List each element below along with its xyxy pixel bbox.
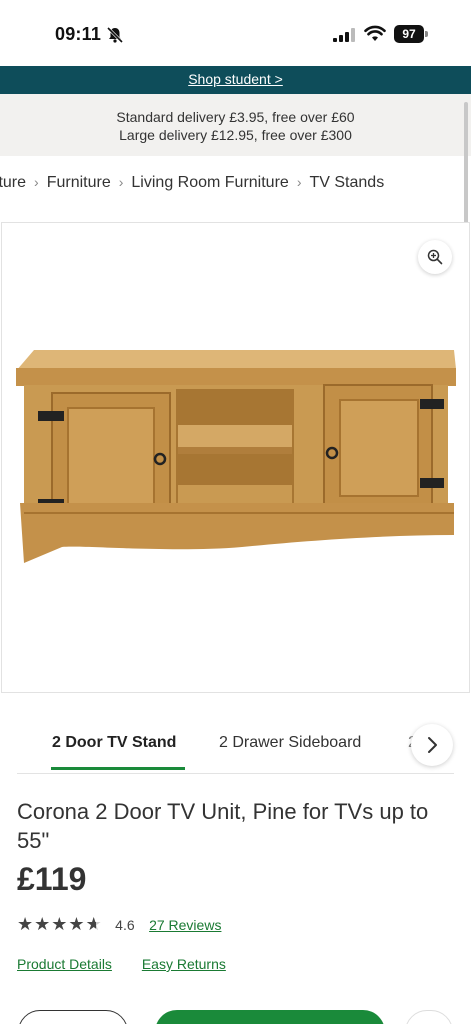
star-icon: ★	[68, 914, 86, 934]
bell-slash-icon	[106, 26, 124, 44]
breadcrumb-item-living-room-furniture[interactable]: Living Room Furniture	[131, 174, 288, 192]
star-icon: ★	[34, 914, 52, 934]
product-image[interactable]	[1, 222, 470, 693]
rating-value: 4.6	[115, 916, 135, 933]
tab-2-door-tv-stand[interactable]: 2 Door TV Stand	[52, 734, 176, 752]
zoom-in-icon	[427, 249, 443, 265]
battery-indicator: 97	[394, 25, 428, 43]
easy-returns-link[interactable]: Easy Returns	[142, 956, 226, 972]
product-title: Corona 2 Door TV Unit, Pine for TVs up t…	[17, 799, 429, 853]
star-icon: ★	[51, 914, 69, 934]
shop-student-link[interactable]: Shop student >	[188, 67, 283, 91]
add-to-trolley-button[interactable]	[155, 1010, 385, 1024]
battery-level: 97	[394, 25, 424, 43]
reviews-link[interactable]: 27 Reviews	[149, 917, 221, 933]
star-icon: ★ ★	[85, 914, 103, 934]
chevron-right-icon: ›	[296, 174, 302, 190]
tab-2-drawer-sideboard[interactable]: 2 Drawer Sideboard	[219, 734, 361, 752]
status-bar: 09:11 97	[0, 0, 471, 66]
tabs-next-button[interactable]	[411, 724, 453, 766]
quantity-selector[interactable]	[18, 1010, 128, 1024]
chevron-right-icon: ›	[34, 174, 39, 190]
breadcrumb-item-furniture-root[interactable]: Furniture	[0, 174, 26, 192]
wishlist-button[interactable]	[405, 1010, 453, 1024]
large-delivery-text: Large delivery £12.95, free over £300	[119, 127, 352, 143]
product-price: £119	[17, 861, 87, 897]
divider	[17, 773, 454, 774]
delivery-info: Standard delivery £3.95, free over £60 L…	[0, 94, 471, 156]
product-details-link[interactable]: Product Details	[17, 956, 112, 972]
product-links: Product Details Easy Returns	[17, 956, 226, 972]
star-icon: ★	[17, 914, 35, 934]
star-rating: ★★★★★ ★	[17, 914, 103, 935]
zoom-button[interactable]	[418, 240, 452, 274]
breadcrumb: Furniture › Furniture › Living Room Furnitur…	[0, 174, 471, 204]
wifi-icon	[364, 25, 386, 41]
promo-banner: Shop student >	[0, 66, 471, 94]
breadcrumb-item-tv-stands[interactable]: TV Stands	[309, 174, 384, 192]
breadcrumb-item-furniture[interactable]: Furniture	[47, 174, 111, 192]
status-time: 09:11	[55, 24, 102, 44]
rating-row: ★★★★★ ★ 4.6 27 Reviews	[17, 914, 221, 936]
chevron-right-icon: ›	[118, 174, 124, 190]
standard-delivery-text: Standard delivery £3.95, free over £60	[116, 109, 355, 125]
cellular-signal-icon	[333, 28, 355, 42]
tv-unit-image	[16, 350, 456, 563]
chevron-right-icon	[428, 737, 437, 753]
active-tab-indicator	[51, 767, 185, 770]
